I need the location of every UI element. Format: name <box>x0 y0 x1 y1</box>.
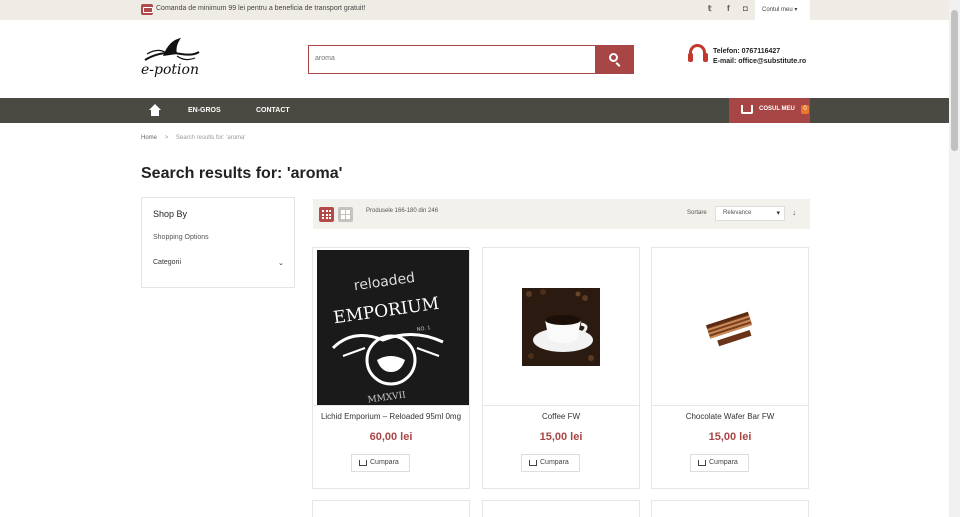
product-price: 15,00 lei <box>708 431 752 443</box>
product-price: 60,00 lei <box>369 431 413 443</box>
cart-count-badge: 0 <box>801 105 809 114</box>
product-name[interactable]: Coffee FW <box>483 412 639 421</box>
nav-item-contact[interactable]: CONTACT <box>256 107 290 114</box>
product-image[interactable] <box>483 248 639 406</box>
instagram-icon[interactable]: ◘ <box>743 4 748 13</box>
shop-by-title: Shop By <box>153 209 188 219</box>
product-card[interactable]: Coffee FW 15,00 lei Cumpara <box>482 247 640 489</box>
search-input[interactable]: aroma <box>308 45 596 74</box>
list-view-icon[interactable] <box>338 207 353 222</box>
nav-item-en-gros[interactable]: EN-GROS <box>188 107 221 114</box>
product-card[interactable]: reloaded EMPORIUM NO. 1 MMXVII Lichid Em… <box>312 247 470 489</box>
search-icon <box>609 53 618 62</box>
search-button[interactable] <box>595 45 634 74</box>
shipping-promo: Comanda de minimum 99 lei pentru a benef… <box>156 5 366 12</box>
filter-categorii[interactable]: Categorii <box>153 259 181 266</box>
page-title: Search results for: 'aroma' <box>141 165 343 182</box>
sort-direction-icon[interactable]: ↓ <box>792 208 796 217</box>
sort-label: Sortare <box>687 210 707 216</box>
product-image[interactable]: reloaded EMPORIUM NO. 1 MMXVII <box>313 248 469 406</box>
home-icon[interactable] <box>149 104 161 116</box>
sidebar-filters: Shop By Shopping Options Categorii ⌄ <box>141 197 295 288</box>
add-to-cart-label: Cumpara <box>709 459 738 466</box>
phone-text: Telefon: 0767116427 <box>713 48 781 55</box>
cart-label: COSUL MEU <box>759 106 795 112</box>
product-name[interactable]: Chocolate Wafer Bar FW <box>652 412 808 421</box>
product-card[interactable] <box>651 500 809 517</box>
add-to-cart-label: Cumpara <box>370 459 399 466</box>
product-count: Produsele 166-180 din 246 <box>366 208 439 214</box>
cart-icon <box>698 460 706 466</box>
grid-view-icon[interactable] <box>319 207 334 222</box>
main-nav: EN-GROS CONTACT COSUL MEU 0 <box>0 98 949 123</box>
add-to-cart-label: Cumpara <box>540 459 569 466</box>
product-card[interactable] <box>312 500 470 517</box>
breadcrumb-home[interactable]: Home <box>141 135 157 141</box>
scrollbar-thumb[interactable] <box>951 10 958 151</box>
breadcrumb: Home > Search results for: 'aroma' <box>141 135 246 141</box>
site-logo[interactable]: e-potion <box>141 36 201 86</box>
twitter-icon[interactable]: 𝕥 <box>708 4 712 13</box>
add-to-cart-button[interactable]: Cumpara <box>690 454 749 472</box>
headset-icon <box>688 44 708 66</box>
add-to-cart-button[interactable]: Cumpara <box>351 454 410 472</box>
top-bar: Comanda de minimum 99 lei pentru a benef… <box>0 0 949 20</box>
breadcrumb-current: Search results for: 'aroma' <box>175 135 246 141</box>
shopping-options-label: Shopping Options <box>153 234 209 241</box>
cart-icon <box>359 460 367 466</box>
product-toolbar: Produsele 166-180 din 246 Sortare Releva… <box>313 199 810 229</box>
sort-select[interactable]: Relevance <box>715 206 785 221</box>
cart-icon <box>529 460 537 466</box>
contact-info: Telefon: 0767116427 E-mail: office@subst… <box>713 47 806 67</box>
page: Comanda de minimum 99 lei pentru a benef… <box>0 0 960 517</box>
product-image[interactable] <box>652 248 808 406</box>
account-dropdown[interactable]: Contul meu ▾ <box>755 0 810 20</box>
email-text[interactable]: E-mail: office@substitute.ro <box>713 57 806 67</box>
chevron-down-icon[interactable]: ⌄ <box>278 259 284 267</box>
facebook-icon[interactable]: f <box>727 4 730 13</box>
product-price: 15,00 lei <box>539 431 583 443</box>
logo-text: e-potion <box>141 62 199 78</box>
cart-button[interactable]: COSUL MEU 0 <box>729 98 810 123</box>
header: e-potion aroma Telefon: 0767116427 E-mai… <box>0 20 949 98</box>
breadcrumb-separator: > <box>164 135 169 141</box>
add-to-cart-button[interactable]: Cumpara <box>521 454 580 472</box>
cart-icon <box>741 105 753 114</box>
truck-icon <box>141 4 153 15</box>
product-card[interactable]: Chocolate Wafer Bar FW 15,00 lei Cumpara <box>651 247 809 489</box>
product-card[interactable] <box>482 500 640 517</box>
product-name[interactable]: Lichid Emporium – Reloaded 95ml 0mg <box>313 412 469 421</box>
